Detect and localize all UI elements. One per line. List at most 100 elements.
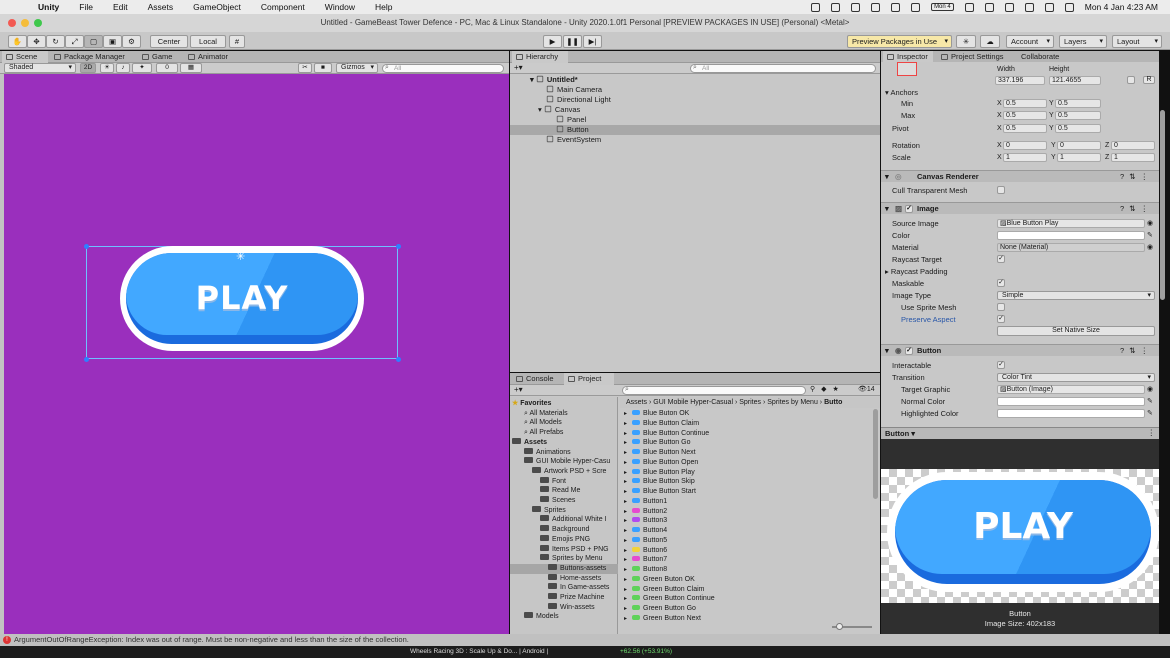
hierarchy-row[interactable]: Directional Light — [510, 95, 880, 105]
folder-tree-item[interactable]: Prize Machine — [510, 593, 618, 603]
expand-icon[interactable]: ▸ — [624, 614, 627, 623]
asset-item[interactable]: ▸ Blue Button Start — [620, 487, 872, 497]
tray-icon[interactable] — [811, 2, 821, 12]
highlighted-color-field[interactable] — [997, 409, 1145, 418]
image-component-header[interactable]: ▾ ▨ ✓ Image ?⇅⋮ — [881, 202, 1159, 214]
custom-tool-button[interactable]: ⚙ — [122, 35, 141, 48]
resize-handle[interactable] — [396, 244, 401, 249]
expand-icon[interactable]: ▸ — [624, 438, 627, 448]
normal-color-field[interactable] — [997, 397, 1145, 406]
use-sprite-mesh-checkbox[interactable] — [997, 303, 1005, 311]
expand-icon[interactable]: ▸ — [624, 429, 627, 439]
hierarchy-row[interactable]: EventSystem — [510, 135, 880, 145]
layers-dropdown[interactable]: Layers — [1059, 35, 1107, 48]
close-window-icon[interactable] — [8, 19, 16, 27]
resize-handle[interactable] — [84, 357, 89, 362]
component-menu-icons[interactable]: ?⇅⋮ — [1120, 345, 1153, 357]
asset-item[interactable]: ▸ Button6 — [620, 546, 872, 556]
asset-item[interactable]: ▸ Blue Button Claim — [620, 419, 872, 429]
pivot-y-field[interactable]: 0.5 — [1055, 124, 1101, 133]
hierarchy-row-scene[interactable]: ▾ Untitled* — [510, 75, 880, 85]
tools-icon[interactable]: ✂ — [298, 63, 312, 73]
bluetooth-icon[interactable] — [1004, 2, 1014, 12]
scene-view[interactable]: PLAY ✳ — [4, 74, 509, 634]
hand-tool-button[interactable]: ✋ — [8, 35, 27, 48]
asset-item[interactable]: ▸ Green Buton OK — [620, 575, 872, 585]
lighting-icon[interactable]: ☀ — [100, 63, 114, 73]
tab-hierarchy[interactable]: Hierarchy — [512, 51, 568, 63]
tray-icon[interactable] — [871, 2, 881, 12]
expand-icon[interactable]: ▸ — [624, 419, 627, 429]
project-search-input[interactable] — [622, 386, 806, 395]
folder-tree-item[interactable]: In Game-assets — [510, 583, 618, 593]
expand-icon[interactable]: ▸ — [624, 536, 627, 546]
console-status-bar[interactable]: ! ArgumentOutOfRangeException: Index was… — [0, 634, 1170, 646]
preserve-aspect-checkbox[interactable]: ✓ — [997, 315, 1005, 323]
folder-tree-item[interactable]: Background — [510, 525, 618, 535]
expand-icon[interactable]: ▸ — [624, 575, 627, 585]
transform-tool-button[interactable]: ▣ — [103, 35, 122, 48]
layout-dropdown[interactable]: Layout — [1112, 35, 1162, 48]
toggle-2d-button[interactable]: 2D — [80, 63, 96, 73]
asset-item[interactable]: ▸ Button8 — [620, 565, 872, 575]
asset-item[interactable]: ▸ Green Button Go — [620, 604, 872, 614]
breadcrumb-item[interactable]: Butto — [824, 399, 842, 406]
camera-settings-icon[interactable]: ▦ — [180, 63, 202, 73]
cull-mesh-checkbox[interactable] — [997, 186, 1005, 194]
gizmos-dropdown[interactable]: Gizmos — [336, 63, 378, 73]
zoom-window-icon[interactable] — [34, 19, 42, 27]
folder-tree-item[interactable]: ⌕ All Models — [510, 418, 618, 428]
folder-tree-item[interactable]: ⌕ All Materials — [510, 409, 618, 419]
scene-search-input[interactable]: All — [382, 64, 504, 73]
breadcrumb-item[interactable]: GUI Mobile Hyper-Casual — [653, 399, 733, 406]
raw-edit-button[interactable]: R — [1143, 76, 1155, 84]
scale-y-field[interactable]: 1 — [1057, 153, 1101, 162]
folder-tree-item[interactable]: Sprites — [510, 505, 618, 516]
anchor-min-y-field[interactable]: 0.5 — [1055, 99, 1101, 108]
set-native-size-button[interactable]: Set Native Size — [997, 326, 1155, 336]
expand-icon[interactable]: ▸ — [624, 507, 627, 517]
preview-packages-dropdown[interactable]: Preview Packages in Use — [847, 35, 952, 48]
source-image-field[interactable]: ▨Blue Button Play — [997, 219, 1145, 228]
scale-x-field[interactable]: 1 — [1003, 153, 1047, 162]
component-menu-icons[interactable]: ?⇅⋮ — [1120, 203, 1153, 215]
audio-icon[interactable]: ♪ — [116, 63, 130, 73]
camera-icon[interactable]: ■ — [314, 63, 332, 73]
pivot-center-button[interactable]: Center — [150, 35, 188, 48]
dock-window-label[interactable]: Wheels Racing 3D : Scale Up & Do... | An… — [410, 646, 548, 658]
asset-item[interactable]: ▸ Blue Button Skip — [620, 477, 872, 487]
anchor-icon[interactable]: ✳ — [236, 250, 245, 263]
pause-button[interactable]: ❚❚ — [563, 35, 582, 48]
folder-tree-item[interactable]: Buttons-assets — [510, 563, 618, 574]
add-icon[interactable]: +▾ — [514, 63, 523, 72]
folder-tree-item[interactable]: Items PSD + PNG — [510, 544, 618, 555]
cloud-icon[interactable]: ☁ — [980, 35, 1000, 48]
filter-icons[interactable]: ⚲◆★ — [810, 385, 845, 393]
minimize-window-icon[interactable] — [21, 19, 29, 27]
folder-tree-item[interactable]: Assets — [510, 437, 618, 448]
menu-assets[interactable]: Assets — [148, 2, 174, 12]
add-asset-icon[interactable]: +▾ — [514, 385, 523, 394]
expand-icon[interactable]: ▸ — [624, 594, 627, 604]
folder-tree-item[interactable]: Read Me — [510, 486, 618, 496]
tab-package-manager[interactable]: Package Manager — [50, 51, 134, 63]
folder-tree-item[interactable]: Font — [510, 476, 618, 487]
expand-icon[interactable]: ▸ — [624, 526, 627, 536]
hidden-layers-button[interactable]: 0 — [156, 63, 178, 73]
menu-edit[interactable]: Edit — [113, 2, 128, 12]
asset-item[interactable]: ▸ Blue Button Continue — [620, 429, 872, 439]
height-field[interactable]: 121.4655 — [1049, 76, 1101, 85]
tab-scene[interactable]: Scene — [2, 51, 48, 63]
resize-handle[interactable] — [396, 357, 401, 362]
step-button[interactable]: ▶| — [583, 35, 602, 48]
calendar-badge[interactable]: Mon 4 — [931, 3, 954, 11]
asset-list-scrollbar[interactable] — [873, 409, 878, 499]
rotation-z-field[interactable]: 0 — [1111, 141, 1155, 150]
folder-tree-item[interactable]: ⌕ All Prefabs — [510, 428, 618, 438]
folder-tree-item[interactable]: Additional White I — [510, 515, 618, 525]
preview-menu-icon[interactable]: ⋮ — [1148, 428, 1156, 437]
asset-item[interactable]: ▸ Button1 — [620, 497, 872, 507]
expand-icon[interactable]: ▸ — [624, 468, 627, 478]
tray-icon[interactable] — [964, 2, 974, 12]
rotate-tool-button[interactable]: ↻ — [46, 35, 65, 48]
